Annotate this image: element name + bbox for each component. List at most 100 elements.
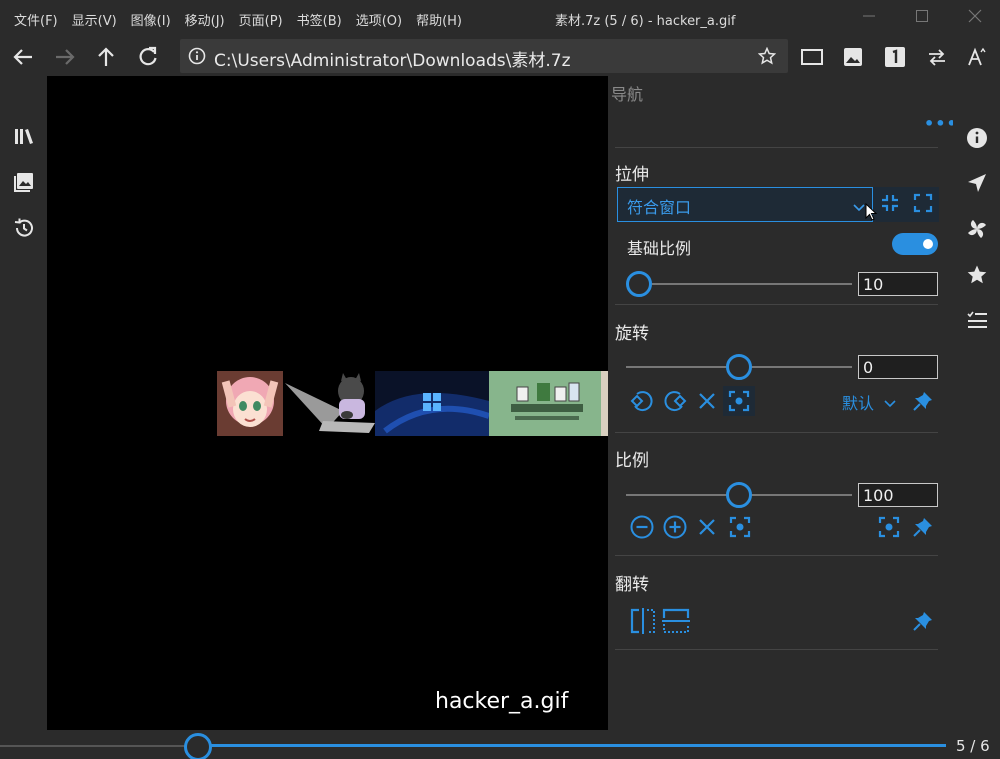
direction-button[interactable] bbox=[924, 44, 950, 70]
rotate-left-button[interactable] bbox=[628, 388, 656, 414]
base-ratio-track[interactable] bbox=[652, 283, 852, 285]
up-button[interactable] bbox=[93, 44, 119, 70]
page-slider-knob[interactable] bbox=[184, 733, 212, 759]
navigation-arrow-icon bbox=[968, 174, 986, 192]
history-button[interactable] bbox=[12, 216, 36, 240]
address-bar[interactable]: C:\Users\Administrator\Downloads\素材.7z bbox=[180, 39, 788, 73]
menu-move[interactable]: 移动(J) bbox=[185, 10, 225, 29]
swap-arrows-icon bbox=[929, 49, 945, 66]
pagelist-button[interactable] bbox=[12, 170, 36, 194]
rotate-pin-button[interactable] bbox=[910, 388, 936, 414]
flip-horizontal-button[interactable] bbox=[628, 606, 658, 636]
base-ratio-slider-knob[interactable] bbox=[626, 271, 652, 297]
arrow-left-icon bbox=[13, 49, 32, 65]
stretch-mode-value: 符合窗口 bbox=[627, 198, 692, 217]
menu-view[interactable]: 显示(V) bbox=[72, 10, 117, 29]
menu-file[interactable]: 文件(F) bbox=[14, 10, 58, 29]
maximize-button[interactable] bbox=[910, 6, 934, 30]
gif-frame-strip bbox=[217, 371, 608, 436]
rotate-left-icon bbox=[630, 391, 653, 412]
scale-slider-knob[interactable] bbox=[726, 482, 752, 508]
scale-input[interactable]: 100 bbox=[858, 483, 938, 507]
rotate-fit-button[interactable] bbox=[723, 386, 755, 416]
minimize-icon bbox=[863, 15, 875, 17]
panel-title: 导航 bbox=[611, 85, 644, 104]
focus-center-icon bbox=[729, 516, 751, 538]
page-slider-bar: 5 / 6 bbox=[0, 730, 1000, 759]
font-size-icon bbox=[968, 47, 986, 66]
flip-vertical-button[interactable] bbox=[660, 606, 692, 636]
menu-page[interactable]: 页面(P) bbox=[239, 10, 283, 29]
bookmark-panel-button[interactable] bbox=[965, 263, 989, 287]
playlist-panel-button[interactable] bbox=[965, 308, 989, 332]
font-button[interactable] bbox=[964, 44, 990, 70]
minimize-button[interactable] bbox=[857, 6, 881, 30]
rotate-default-select[interactable]: 默认 bbox=[842, 390, 897, 414]
shrink-corners-icon bbox=[881, 194, 898, 211]
zoom-in-button[interactable] bbox=[661, 514, 689, 540]
base-ratio-input[interactable]: 10 bbox=[858, 272, 938, 296]
info-icon[interactable] bbox=[188, 47, 206, 69]
library-icon bbox=[15, 129, 33, 144]
divider bbox=[615, 432, 938, 433]
anime-girl-thumbnail bbox=[217, 371, 283, 436]
chevron-down-icon bbox=[884, 400, 896, 408]
pin-icon bbox=[913, 392, 932, 411]
rotate-slider-knob[interactable] bbox=[726, 354, 752, 380]
scale-fit-button[interactable] bbox=[726, 514, 754, 540]
menu-image[interactable]: 图像(I) bbox=[131, 10, 171, 29]
address-path[interactable]: C:\Users\Administrator\Downloads\素材.7z bbox=[214, 46, 571, 71]
pin-icon bbox=[913, 612, 932, 631]
scale-pin-button[interactable] bbox=[910, 514, 936, 540]
scale-reset-button[interactable] bbox=[695, 514, 719, 540]
chevron-down-icon bbox=[852, 198, 866, 217]
stretch-mode-select[interactable]: 符合窗口 bbox=[617, 187, 873, 222]
hacker-cat-laptop-thumbnail bbox=[283, 371, 375, 436]
focus-center-icon bbox=[878, 516, 900, 538]
zoom-out-button[interactable] bbox=[628, 514, 656, 540]
rotate-right-icon bbox=[664, 391, 687, 412]
gallery-icon bbox=[14, 173, 33, 192]
menu-bookmark[interactable]: 书签(B) bbox=[297, 10, 342, 29]
image-icon bbox=[844, 48, 862, 66]
single-page-button[interactable] bbox=[799, 44, 825, 70]
navigate-panel-button[interactable] bbox=[965, 171, 989, 195]
page-frame-icon bbox=[801, 49, 823, 65]
page-count-button[interactable] bbox=[882, 44, 908, 70]
scale-value: 100 bbox=[863, 486, 894, 505]
close-button[interactable] bbox=[963, 6, 987, 30]
image-viewer[interactable]: hacker_a.gif bbox=[47, 76, 608, 730]
pin-icon bbox=[913, 518, 932, 537]
rotate-right-button[interactable] bbox=[661, 388, 689, 414]
base-ratio-toggle[interactable] bbox=[892, 233, 938, 255]
library-button[interactable] bbox=[12, 124, 36, 148]
image-mode-button[interactable] bbox=[840, 44, 866, 70]
number-one-icon bbox=[885, 47, 905, 67]
star-filled-icon bbox=[967, 265, 987, 284]
close-x-icon bbox=[699, 393, 715, 409]
bookmark-star-icon[interactable] bbox=[757, 46, 777, 69]
flip-pin-button[interactable] bbox=[910, 608, 936, 634]
menu-options[interactable]: 选项(O) bbox=[356, 10, 402, 29]
scale-auto-button[interactable] bbox=[875, 514, 903, 540]
back-button[interactable] bbox=[10, 44, 36, 70]
divider bbox=[615, 304, 938, 305]
stretch-buttons bbox=[873, 187, 939, 222]
info-panel-button[interactable] bbox=[965, 126, 989, 150]
app-window: 文件(F) 显示(V) 图像(I) 移动(J) 页面(P) 书签(B) 选项(O… bbox=[0, 0, 1000, 759]
forward-button[interactable] bbox=[52, 44, 78, 70]
focus-center-icon bbox=[728, 390, 750, 412]
rotate-reset-button[interactable] bbox=[695, 388, 719, 414]
fit-shrink-button[interactable] bbox=[879, 193, 901, 217]
base-ratio-value: 10 bbox=[863, 275, 884, 294]
base-ratio-label: 基础比例 bbox=[627, 239, 692, 258]
menu-help[interactable]: 帮助(H) bbox=[416, 10, 462, 29]
reload-button[interactable] bbox=[135, 44, 161, 70]
checklist-icon bbox=[967, 311, 987, 328]
rotate-input[interactable]: 0 bbox=[858, 355, 938, 379]
close-x-icon bbox=[699, 519, 715, 535]
effect-panel-button[interactable] bbox=[965, 217, 989, 241]
fit-expand-button[interactable] bbox=[912, 193, 934, 217]
scale-label: 比例 bbox=[615, 451, 649, 471]
close-icon bbox=[968, 9, 982, 23]
